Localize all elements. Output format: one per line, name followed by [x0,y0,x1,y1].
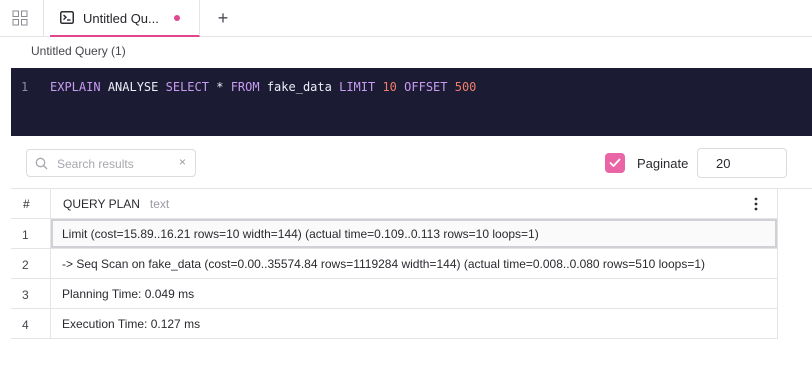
code-line: EXPLAIN ANALYSE SELECT * FROM fake_data … [50,80,476,94]
page-size-field[interactable] [697,148,787,178]
row-number: 2 [22,258,29,272]
row-number-header: # [23,197,30,211]
table-cell[interactable]: -> Seq Scan on fake_data (cost=0.00..355… [51,249,777,278]
page-size-input[interactable] [716,155,776,172]
unsaved-indicator [174,15,180,21]
table-cell[interactable]: Execution Time: 0.127 ms [51,309,777,338]
terminal-icon [60,11,74,24]
cell-text: -> Seq Scan on fake_data (cost=0.00..355… [62,257,705,271]
cell-text: Planning Time: 0.049 ms [62,287,195,301]
column-header-query-plan[interactable]: QUERY PLAN text [63,197,169,211]
table-row[interactable]: 4 Execution Time: 0.127 ms [11,309,778,339]
column-type: text [149,197,170,211]
table-row[interactable]: 3 Planning Time: 0.049 ms [11,279,778,309]
limit-value: 10 [382,80,397,94]
keyword-select: SELECT [165,80,209,94]
keyword-analyse: ANALYSE [107,80,159,94]
clear-search-button[interactable]: × [179,155,186,169]
check-icon [609,158,621,167]
keyword-explain: EXPLAIN [50,80,101,94]
search-input[interactable] [57,155,172,172]
paginate-label: Paginate [637,156,689,171]
keyword-from: FROM [230,80,260,94]
table-row[interactable]: 1 Limit (cost=15.89..16.21 rows=10 width… [11,219,778,249]
tab-untitled-query[interactable]: Untitled Qu... [50,0,200,37]
table-cell[interactable]: Planning Time: 0.049 ms [51,279,777,308]
sql-editor[interactable]: 1 EXPLAIN ANALYSE SELECT * FROM fake_dat… [11,68,812,136]
table-row[interactable]: 2 -> Seq Scan on fake_data (cost=0.00..3… [11,249,778,279]
line-number: 1 [21,80,29,94]
row-number: 1 [22,228,29,242]
cell-text: Limit (cost=15.89..16.21 rows=10 width=1… [62,227,539,241]
keyword-limit: LIMIT [339,80,376,94]
token-table: fake_data [266,80,332,94]
results-header: # QUERY PLAN text [11,189,778,219]
keyword-offset: OFFSET [404,80,448,94]
search-icon [35,157,48,170]
grid-icon[interactable] [12,10,28,26]
search-box[interactable]: × [26,149,196,177]
token-star: * [216,80,224,94]
tab-bar: Untitled Qu... + [0,0,812,37]
cell-text: Execution Time: 0.127 ms [62,317,201,331]
row-number: 4 [22,318,29,332]
column-name: QUERY PLAN [63,197,140,211]
row-number: 3 [22,288,29,302]
offset-value: 500 [454,80,477,94]
table-cell[interactable]: Limit (cost=15.89..16.21 rows=10 width=1… [51,219,777,248]
paginate-checkbox[interactable] [605,153,625,173]
query-title: Untitled Query (1) [31,44,126,58]
tab-label: Untitled Qu... [83,11,159,26]
add-tab-button[interactable]: + [214,7,232,29]
column-menu-icon[interactable] [751,194,761,214]
tab-divider [43,0,44,37]
